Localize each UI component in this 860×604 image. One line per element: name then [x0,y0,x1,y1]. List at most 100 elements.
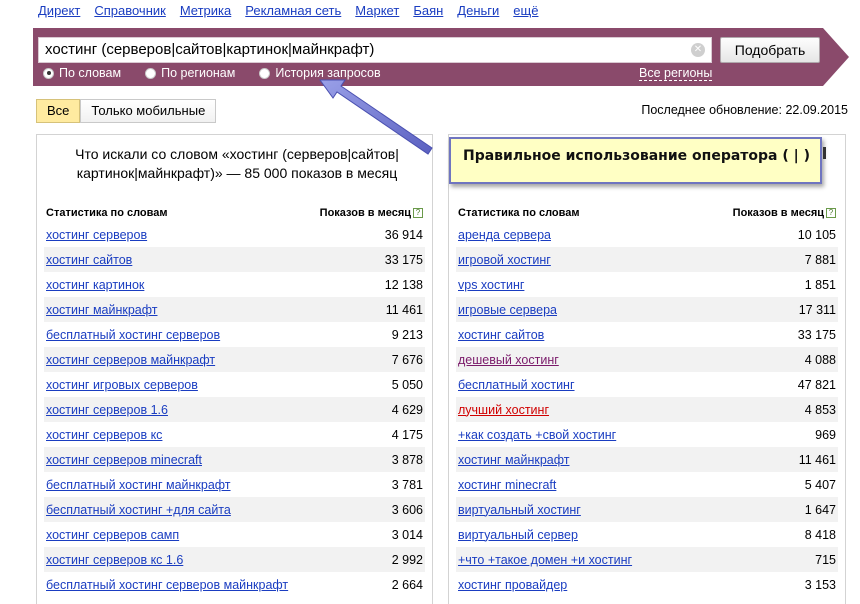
radio-label: По словам [59,66,122,80]
impressions-count: 4 175 [391,427,423,442]
impressions-count: 5 407 [804,477,836,492]
query-link[interactable]: дешевый хостинг [458,353,559,367]
query-link[interactable]: хостинг сайтов [458,328,544,342]
impressions-count: 4 853 [804,402,836,417]
mode-radio-group: По словам По регионам История запросов [43,66,405,80]
impressions-count: 7 676 [391,352,423,367]
annotation-callout: Правильное использование оператора ( | ) [449,137,822,184]
query-link[interactable]: хостинг серверов кс 1.6 [46,553,183,567]
banner-arrow-tip [823,28,849,86]
query-link[interactable]: хостинг сайтов [46,253,132,267]
table-row: хостинг серверов самп 3 014 [44,522,425,547]
nav-link-help[interactable]: Справочник [94,3,166,18]
table-row: хостинг серверов 36 914 [44,222,425,247]
table-row: хостинг серверов кс 4 175 [44,422,425,447]
device-filter: Все Только мобильные [36,99,217,123]
query-link[interactable]: хостинг серверов самп [46,528,179,542]
table-row: хостинг серверов кс 1.6 2 992 [44,547,425,572]
query-link[interactable]: хостинг серверов кс [46,428,162,442]
table-row: бесплатный хостинг 47 821 [456,372,838,397]
radio-label: История запросов [275,66,381,80]
submit-button[interactable]: Подобрать [720,37,820,63]
impressions-count: 12 138 [384,277,423,292]
query-link[interactable]: хостинг серверов minecraft [46,453,202,467]
query-link[interactable]: хостинг провайдер [458,578,567,592]
query-link[interactable]: виртуальный хостинг [458,503,581,517]
query-link[interactable]: бесплатный хостинг майнкрафт [46,478,231,492]
impressions-count: 3 606 [391,502,423,517]
query-link[interactable]: хостинг серверов [46,228,147,242]
close-circle-icon[interactable]: ✕ [691,43,705,57]
table-row: хостинг игровых серверов 5 050 [44,372,425,397]
impressions-count: 33 175 [797,327,836,342]
impressions-count: 4 629 [391,402,423,417]
nav-link-money[interactable]: Деньги [457,3,499,18]
impressions-count: 969 [815,427,836,442]
query-link[interactable]: vps хостинг [458,278,524,292]
table-row: хостинг серверов minecraft 3 878 [44,447,425,472]
table-row: игровые сервера 17 311 [456,297,838,322]
impressions-count: 2 664 [391,577,423,592]
query-link[interactable]: хостинг майнкрафт [458,453,570,467]
query-link[interactable]: хостинг minecraft [458,478,556,492]
query-link[interactable]: бесплатный хостинг серверов майнкрафт [46,578,288,592]
query-link[interactable]: бесплатный хостинг [458,378,575,392]
query-link[interactable]: +как создать +свой хостинг [458,428,616,442]
right-panel: Статистика по словам Показов в месяц? ар… [448,134,846,604]
query-link[interactable]: бесплатный хостинг серверов [46,328,220,342]
panel-title: Что искали со словом «хостинг (серверов|… [75,146,399,181]
query-link[interactable]: хостинг майнкрафт [46,303,158,317]
right-rows: аренда сервера 10 105 игровой хостинг 7 881… [456,222,838,597]
query-link[interactable]: игровой хостинг [458,253,551,267]
help-icon[interactable]: ? [826,208,836,218]
query-link[interactable]: бесплатный хостинг +для сайта [46,503,231,517]
query-link[interactable]: хостинг серверов майнкрафт [46,353,215,367]
table-row: хостинг minecraft 5 407 [456,472,838,497]
radio-unselected-icon [259,67,271,79]
table-row: бесплатный хостинг серверов майнкрафт 2 6… [44,572,425,597]
query-link[interactable]: аренда сервера [458,228,551,242]
filter-mobile-button[interactable]: Только мобильные [80,99,217,123]
search-input[interactable]: хостинг (серверов|сайтов|картинок|майнкр… [38,37,712,63]
table-row: хостинг картинок 12 138 [44,272,425,297]
table-row: хостинг серверов майнкрафт 7 676 [44,347,425,372]
query-link[interactable]: виртуальный сервер [458,528,578,542]
nav-link-more[interactable]: ещё [513,3,538,18]
help-icon[interactable]: ? [413,208,423,218]
nav-link-ad-network[interactable]: Рекламная сеть [245,3,341,18]
query-link[interactable]: игровые сервера [458,303,557,317]
table-row: хостинг майнкрафт 11 461 [44,297,425,322]
table-row: хостинг майнкрафт 11 461 [456,447,838,472]
query-link[interactable]: +что +такое домен +и хостинг [458,553,632,567]
all-regions-link[interactable]: Все регионы [639,66,713,81]
nav-link-market[interactable]: Маркет [355,3,399,18]
nav-link-bayan[interactable]: Баян [413,3,443,18]
table-header: Статистика по словам Показов в месяц? [458,207,836,219]
query-link[interactable]: лучший хостинг [458,403,549,417]
radio-unselected-icon [145,67,157,79]
table-row: виртуальный хостинг 1 647 [456,497,838,522]
left-panel: Что искали со словом «хостинг (серверов|… [36,134,433,604]
impressions-count: 10 105 [797,227,836,242]
radio-label: По регионам [161,66,236,80]
filter-all-button[interactable]: Все [36,99,81,123]
table-row: +что +такое домен +и хостинг 715 [456,547,838,572]
table-row: аренда сервера 10 105 [456,222,838,247]
radio-by-regions[interactable]: По регионам [145,66,235,80]
table-row: +как создать +свой хостинг 969 [456,422,838,447]
nav-link-metrika[interactable]: Метрика [180,3,231,18]
table-row: vps хостинг 1 851 [456,272,838,297]
col-words-header: Статистика по словам [458,207,580,219]
table-row: хостинг провайдер 3 153 [456,572,838,597]
impressions-count: 1 851 [804,277,836,292]
nav-link-direct[interactable]: Директ [38,3,80,18]
impressions-count: 7 881 [804,252,836,267]
col-count-label: Показов в месяц [732,207,824,219]
query-link[interactable]: хостинг серверов 1.6 [46,403,168,417]
radio-by-words[interactable]: По словам [43,66,121,80]
radio-query-history[interactable]: История запросов [259,66,381,80]
query-link[interactable]: хостинг картинок [46,278,144,292]
query-link[interactable]: хостинг игровых серверов [46,378,198,392]
radio-selected-icon [43,67,54,79]
impressions-count: 33 175 [384,252,423,267]
